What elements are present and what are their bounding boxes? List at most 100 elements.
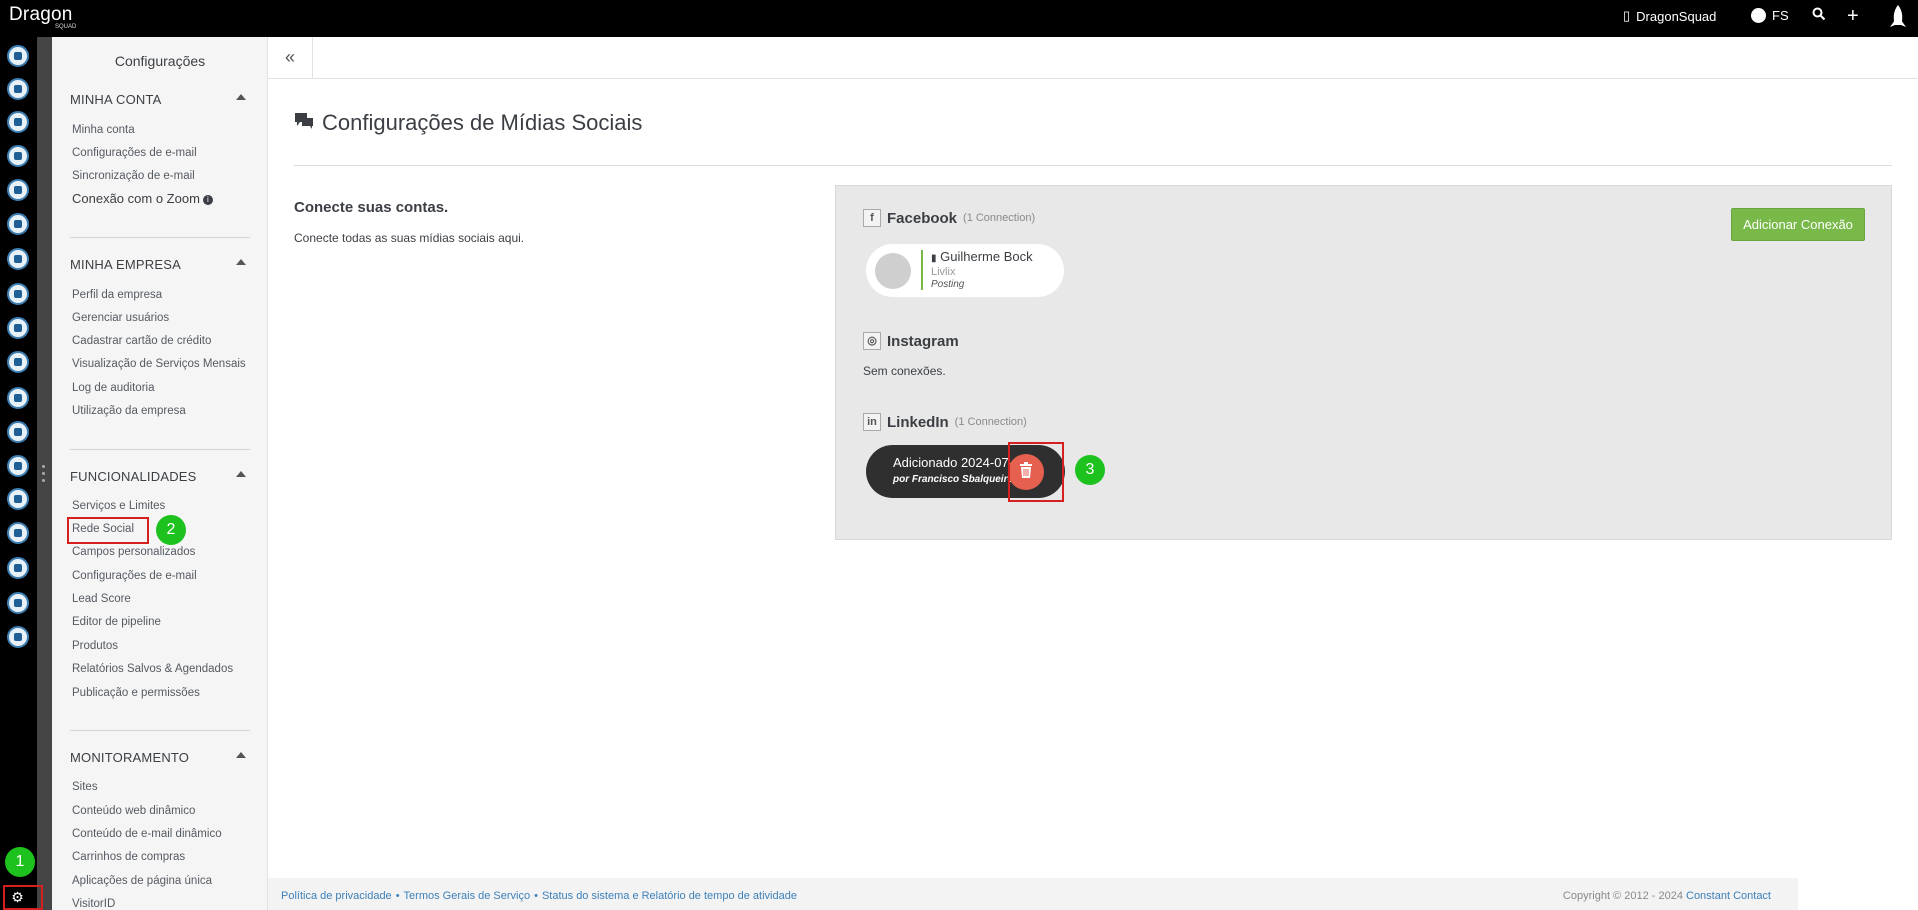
nav-link-log-auditoria[interactable]: Log de auditoria <box>72 382 154 394</box>
thumbs-up-icon[interactable] <box>7 317 29 339</box>
plus-icon[interactable]: + <box>1847 5 1859 28</box>
caret-up-icon[interactable] <box>236 471 246 477</box>
megaphone-icon[interactable] <box>7 248 29 270</box>
map-icon[interactable] <box>7 145 29 167</box>
calendar-icon[interactable] <box>7 421 29 443</box>
nav-divider <box>70 237 250 238</box>
add-connection-button[interactable]: Adicionar Conexão <box>1731 208 1865 241</box>
linkedin-heading: in LinkedIn (1 Connection) <box>863 413 1027 431</box>
page-title: Configurações de Mídias Sociais <box>294 110 642 136</box>
nav-link-relatorios[interactable]: Relatórios Salvos & Agendados <box>72 663 233 675</box>
nav-link-conteudo-email[interactable]: Conteúdo de e-mail dinâmico <box>72 828 222 840</box>
contacts-icon[interactable] <box>7 45 29 67</box>
connection-name: ▮ Guilherme Bock <box>931 249 1033 264</box>
workflow-icon[interactable] <box>7 179 29 201</box>
instagram-label: Instagram <box>887 332 959 350</box>
connection-added-by: por Francisco Sbalqueiro <box>893 474 1014 485</box>
info-icon: i <box>202 195 213 205</box>
top-bar: Dragon SQUAD ▯ DragonSquad FS + <box>0 0 1918 37</box>
facebook-heading: f Facebook (1 Connection) <box>863 209 1035 227</box>
connection-name-text: Guilherme Bock <box>940 249 1033 264</box>
nav-link-cartao-credito[interactable]: Cadastrar cartão de crédito <box>72 335 211 347</box>
add-user-icon[interactable] <box>7 557 29 579</box>
app-logo-sub: SQUAD <box>55 24 77 30</box>
highlight-settings-gear <box>3 885 43 910</box>
company-switcher[interactable]: ▯ DragonSquad <box>1623 8 1716 24</box>
list-icon[interactable] <box>7 213 29 235</box>
nav-link-sites[interactable]: Sites <box>72 781 98 793</box>
user-initials: FS <box>1772 8 1789 23</box>
nav-link-lead-score[interactable]: Lead Score <box>72 593 131 605</box>
email-icon[interactable] <box>7 78 29 100</box>
brand-link[interactable]: Constant Contact <box>1686 890 1771 902</box>
nav-link-utilizacao-empresa[interactable]: Utilização da empresa <box>72 405 186 417</box>
app-logo[interactable]: Dragon <box>9 4 73 26</box>
image-icon[interactable] <box>7 387 29 409</box>
footer: Política de privacidade • Termos Gerais de… <box>268 878 1798 910</box>
nav-divider <box>70 730 250 731</box>
plug-icon[interactable] <box>7 626 29 648</box>
linkedin-count: (1 Connection) <box>954 416 1027 428</box>
trend-icon[interactable] <box>7 488 29 510</box>
privacy-link[interactable]: Política de privacidade <box>281 890 392 902</box>
graduation-icon[interactable] <box>7 455 29 477</box>
module-rail <box>0 37 37 910</box>
clipboard-icon[interactable] <box>7 111 29 133</box>
collapse-nav-button[interactable]: « <box>268 37 313 79</box>
rocket-icon[interactable] <box>1886 3 1910 38</box>
footer-links: Política de privacidade • Termos Gerais de… <box>281 890 797 902</box>
nav-link-conteudo-web[interactable]: Conteúdo web dinâmico <box>72 805 195 817</box>
section-heading-minha-conta[interactable]: MINHA CONTA <box>70 92 162 107</box>
section-heading-funcionalidades[interactable]: FUNCIONALIDADES <box>70 469 197 484</box>
nav-link-minha-conta[interactable]: Minha conta <box>72 124 135 136</box>
nav-link-servicos-mensais[interactable]: Visualização de Serviços Mensais <box>72 358 246 370</box>
copyright-text: Copyright © 2012 - 2024 <box>1562 890 1683 902</box>
nav-link-spa[interactable]: Aplicações de página única <box>72 875 212 887</box>
nav-link-sync-email[interactable]: Sincronização de e-mail <box>72 170 195 182</box>
linkedin-icon: in <box>863 413 881 431</box>
headset-icon[interactable] <box>7 522 29 544</box>
user-menu[interactable]: FS <box>1751 8 1789 23</box>
caret-up-icon[interactable] <box>236 259 246 265</box>
nav-link-produtos[interactable]: Produtos <box>72 640 118 652</box>
nav-link-config-email[interactable]: Configurações de e-mail <box>72 147 197 159</box>
nav-link-carrinhos[interactable]: Carrinhos de compras <box>72 851 185 863</box>
nav-link-visitorid[interactable]: VisitorID <box>72 898 115 910</box>
step-marker-3: 3 <box>1075 455 1105 485</box>
settings-nav: Configurações MINHA CONTA Minha conta Co… <box>52 37 268 910</box>
nav-link-gerenciar-usuarios[interactable]: Gerenciar usuários <box>72 312 169 324</box>
highlight-delete-button <box>1008 442 1064 502</box>
linkedin-label: LinkedIn <box>887 413 949 431</box>
nav-link-perfil-empresa[interactable]: Perfil da empresa <box>72 289 162 301</box>
chat-bubbles-icon <box>294 110 314 136</box>
step-marker-1: 1 <box>5 847 35 877</box>
building-icon: ▯ <box>1623 8 1631 23</box>
content-toolbar: « <box>268 37 1918 79</box>
connection-permission: Posting <box>931 279 965 290</box>
section-heading-monitoramento[interactable]: MONITORAMENTO <box>70 750 189 765</box>
instagram-icon: ◎ <box>863 332 881 350</box>
nav-link-publicacao[interactable]: Publicação e permissões <box>72 687 200 699</box>
status-link[interactable]: Status do sistema e Relatório de tempo d… <box>542 890 797 902</box>
caret-up-icon[interactable] <box>236 94 246 100</box>
facebook-icon: f <box>863 209 881 227</box>
nav-link-zoom[interactable]: Conexão com o Zoom i <box>72 191 213 206</box>
facebook-label: Facebook <box>887 209 958 227</box>
resize-handle[interactable] <box>42 465 47 487</box>
form-icon[interactable] <box>7 283 29 305</box>
bar-chart-icon[interactable] <box>7 592 29 614</box>
section-heading-minha-empresa[interactable]: MINHA EMPRESA <box>70 257 181 272</box>
nav-link-config-email-func[interactable]: Configurações de e-mail <box>72 570 197 582</box>
status-line <box>921 250 923 290</box>
facebook-connection-card[interactable]: ▮ Guilherme Bock Livlix Posting <box>866 244 1064 297</box>
nav-link-servicos-limites[interactable]: Serviços e Limites <box>72 500 165 512</box>
step-marker-2: 2 <box>156 515 186 545</box>
copyright: Copyright © 2012 - 2024 Constant Contact <box>1563 890 1771 902</box>
company-name: DragonSquad <box>1636 8 1717 24</box>
search-icon[interactable] <box>1812 7 1826 26</box>
video-icon[interactable] <box>7 351 29 373</box>
nav-link-editor-pipeline[interactable]: Editor de pipeline <box>72 616 161 628</box>
nav-link-campos-personalizados[interactable]: Campos personalizados <box>72 546 195 558</box>
caret-up-icon[interactable] <box>236 752 246 758</box>
terms-link[interactable]: Termos Gerais de Serviço <box>404 890 531 902</box>
